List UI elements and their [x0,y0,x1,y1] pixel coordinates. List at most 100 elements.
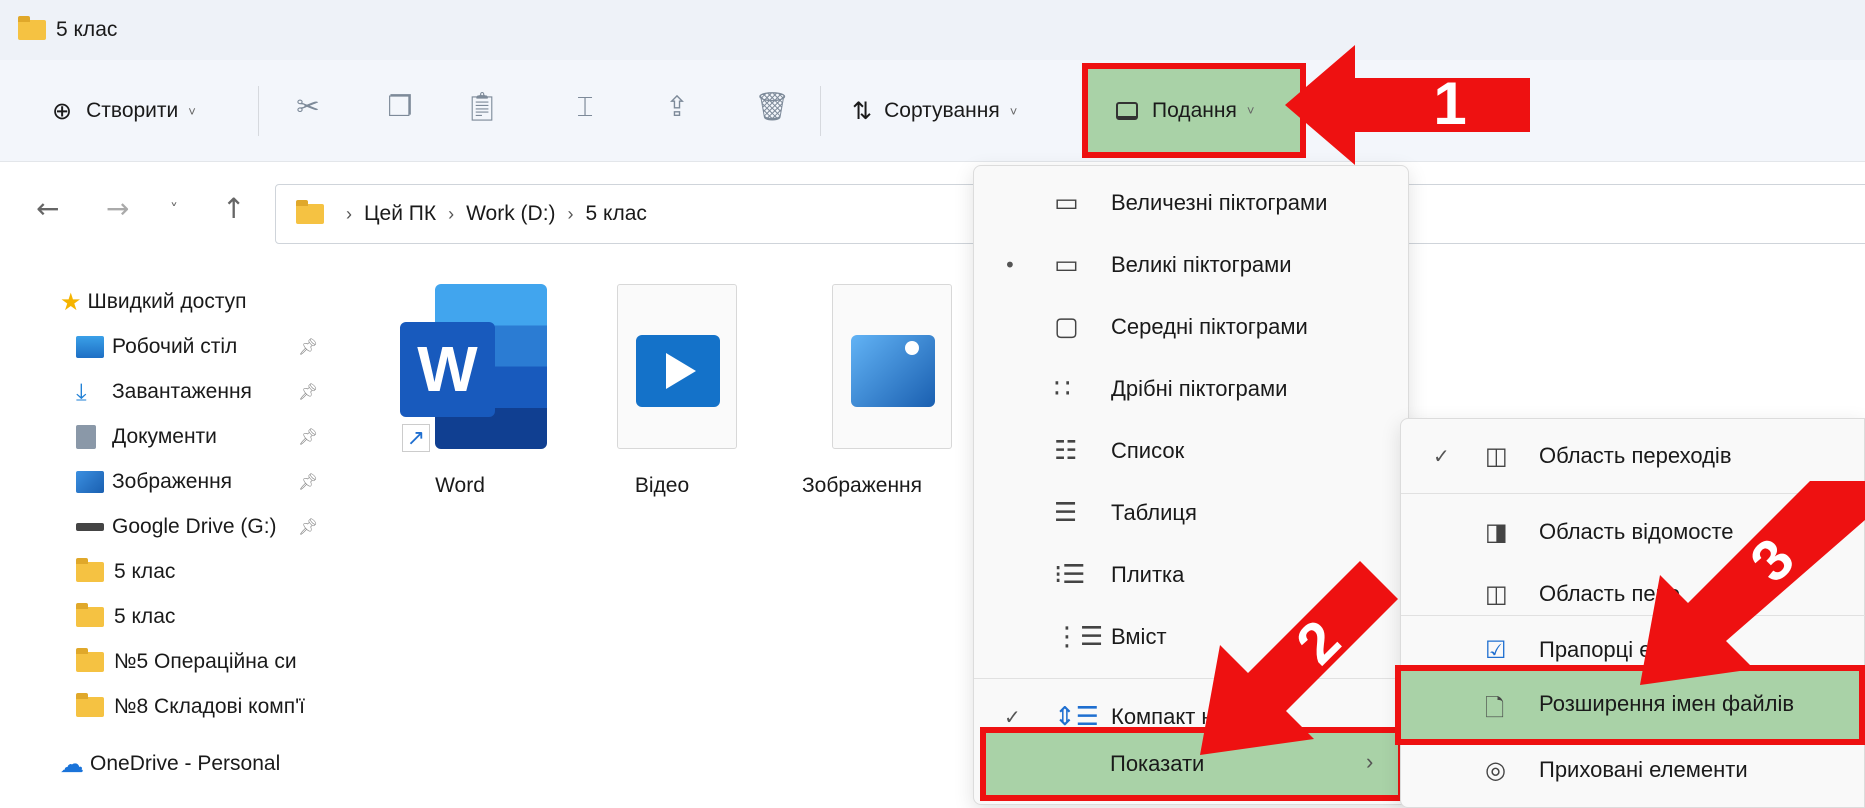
extra-large-icons-icon: ▭ [1054,188,1079,218]
small-icons-icon: ∷ [1054,374,1071,404]
forward-arrow-icon[interactable]: → [106,192,129,225]
word-icon: W ↗ [400,284,550,452]
menu-item-large-icons[interactable]: • ▭ Великі піктограми [974,234,1410,296]
menu-item-content[interactable]: ⋮☰ Вміст [974,606,1410,668]
view-button[interactable]: Подання ˅ [1082,63,1306,158]
sidebar-item-folder[interactable]: 5 клас [76,552,330,592]
folder-icon [76,603,104,627]
menu-item-label: Дрібні піктограми [1111,376,1288,401]
menu-item-label: Розширення імен файлів [1539,691,1795,716]
checkmark-icon: ✓ [1004,705,1021,729]
sidebar-item-label: 5 клас [114,605,176,628]
show-menu-item[interactable]: Показати › [980,727,1404,801]
menu-item-medium-icons[interactable]: ▢ Середні піктограми [974,296,1410,358]
file-extensions-icon: 🗋︎ [1485,694,1505,722]
window-title: 5 клас [56,18,118,41]
navigation-pane: ★ Швидкий доступ Робочий стіл 📌︎ ⤓ Заван… [0,254,330,801]
create-label: Створити [86,99,179,122]
file-name: Відео [634,474,690,497]
tiles-icon: ⁝☰ [1054,560,1086,590]
pictures-icon [76,471,104,493]
sort-icon: ⇅ [852,97,873,125]
file-name: Word [435,474,485,497]
preview-pane-icon: ◫ [1485,580,1508,608]
up-arrow-icon[interactable]: ↑ [222,192,245,225]
breadcrumb-item[interactable]: Цей ПК [364,202,436,226]
checkmark-icon: ✓ [1433,444,1450,468]
sidebar-item-documents[interactable]: Документи 📌︎ [76,417,330,457]
pin-icon: 📌︎ [298,384,319,401]
cut-icon[interactable]: ✂ [288,90,328,123]
menu-item-label: Середні піктограми [1111,314,1308,339]
list-icon: ☷ [1054,436,1078,466]
folder-icon [76,693,104,717]
sort-button[interactable]: ⇅ Сортування ˅ [852,88,1017,134]
document-icon [76,425,96,449]
paste-icon[interactable]: 📋︎ [462,90,502,123]
menu-item-tiles[interactable]: ⁝☰ Плитка [974,544,1410,606]
chevron-down-icon: ˅ [188,103,196,119]
copy-icon[interactable]: ❐ [380,90,420,123]
back-arrow-icon[interactable]: ← [36,192,59,225]
folder-icon [76,648,104,672]
menu-item-small-icons[interactable]: ∷ Дрібні піктограми [974,358,1410,420]
sidebar-item-folder[interactable]: 5 клас [76,597,330,637]
menu-item-label: Прапорці ентів [1539,637,1691,662]
sidebar-item-folder[interactable]: №5 Операційна си [76,642,330,682]
rename-icon[interactable]: ⌶ [565,90,605,124]
recent-chevron-icon[interactable]: ˅ [170,200,178,219]
menu-item-list[interactable]: ☷ Список [974,420,1410,482]
chevron-right-icon: › [346,203,352,224]
menu-item-file-extensions[interactable]: 🗋︎ Розширення імен файлів [1395,665,1865,745]
delete-icon[interactable]: 🗑︎ [752,90,792,123]
content-icon: ⋮☰ [1054,622,1104,652]
item-checkboxes-icon: ☑ [1485,636,1507,664]
sidebar-item-label: Google Drive (G:) [112,515,277,538]
command-bar: ⊕ Створити ˅ ✂ ❐ 📋︎ ⌶ ⇪ 🗑︎ ⇅ Сортування … [0,60,1865,162]
sidebar-item-folder[interactable]: №8 Складові комп'ї [76,687,330,727]
menu-divider [1401,615,1865,616]
navigation-bar: ← → ˅ ↑ › Цей ПК › Work (D:) › 5 клас [0,162,1865,254]
menu-item-label: Приховані елементи [1539,757,1748,782]
sidebar-item-label: Документи [112,425,217,448]
menu-item-label: Вміст [1111,624,1167,649]
sidebar-item-onedrive[interactable]: ☁ OneDrive - Personal [60,744,280,784]
menu-item-hidden-items[interactable]: ◎ Приховані елементи [1401,739,1865,801]
hidden-items-icon: ◎ [1485,756,1506,784]
menu-item-details[interactable]: ☰ Таблиця [974,482,1410,544]
download-icon: ⤓ [76,378,87,406]
menu-item-label: Таблиця [1111,500,1197,525]
large-icons-icon: ▭ [1054,250,1079,280]
folder-icon [296,200,324,224]
details-icon: ☰ [1054,498,1078,528]
desktop-icon [76,336,104,358]
menu-item-mark: • [1004,253,1016,277]
share-icon[interactable]: ⇪ [657,90,697,123]
create-button[interactable]: ⊕ Створити ˅ [52,88,196,134]
menu-item-label: Область пере [1539,581,1681,606]
breadcrumb-item[interactable]: Work (D:) [466,202,555,226]
sidebar-item-quick-access[interactable]: ★ Швидкий доступ [60,282,247,322]
show-submenu: ✓ ◫ Область переходів ◨ Область відомост… [1400,418,1865,808]
pin-icon: 📌︎ [298,519,319,536]
sidebar-item-label: Швидкий доступ [87,290,247,313]
file-name: Зображення [801,474,923,497]
folder-icon [76,558,104,582]
menu-item-details-pane[interactable]: ◨ Область відомосте [1401,501,1865,563]
drive-icon [76,523,104,531]
video-icon [617,284,737,449]
sidebar-item-downloads[interactable]: ⤓ Завантаження 📌︎ [76,372,330,412]
menu-item-navigation-pane[interactable]: ✓ ◫ Область переходів [1401,425,1865,487]
folder-icon [18,16,46,40]
sidebar-item-pictures[interactable]: Зображення 📌︎ [76,462,330,502]
chevron-down-icon: ˅ [1246,103,1255,118]
toolbar-divider [820,86,821,136]
menu-item-extra-large-icons[interactable]: ▭ Величезні піктограми [974,172,1410,234]
sidebar-item-google-drive[interactable]: Google Drive (G:) 📌︎ [76,507,330,547]
pin-icon: 📌︎ [298,429,319,446]
pin-icon: 📌︎ [298,339,319,356]
sidebar-item-desktop[interactable]: Робочий стіл 📌︎ [76,327,330,367]
breadcrumb-item[interactable]: 5 клас [586,202,647,226]
sidebar-item-label: OneDrive - Personal [90,752,281,775]
medium-icons-icon: ▢ [1054,312,1079,342]
